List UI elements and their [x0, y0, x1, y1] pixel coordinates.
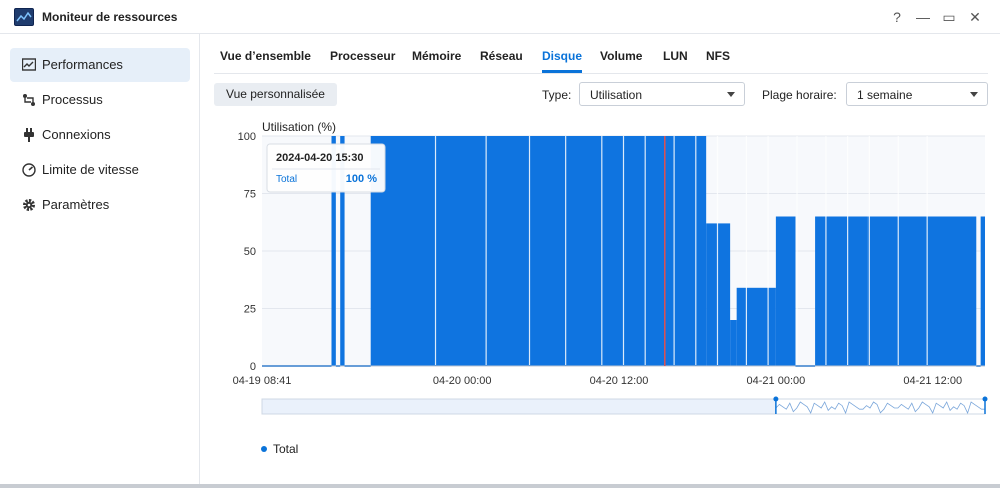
- x-tick-label: 04-21 00:00: [747, 375, 806, 387]
- y-tick-label: 100: [238, 131, 256, 143]
- y-tick-label: 75: [244, 189, 256, 201]
- series-area-segment: [370, 136, 707, 366]
- legend-entry[interactable]: Total: [273, 442, 298, 456]
- tooltip-series-name: Total: [276, 174, 297, 185]
- x-tick-label: 04-19 08:41: [233, 375, 292, 387]
- disk-utilization-chart[interactable]: 0 25 50 75 100 04-19 08:41 04-20 00:00 04-20 12…: [0, 0, 1000, 488]
- y-tick-label: 50: [244, 246, 256, 258]
- y-axis-title: Utilisation (%): [262, 120, 336, 134]
- tooltip-title: 2024-04-20 15:30: [276, 152, 363, 164]
- series-area-segment: [867, 216, 977, 366]
- series-area-segment: [736, 287, 776, 366]
- window-bottom-edge: [0, 484, 1000, 488]
- y-tick-label: 0: [250, 361, 256, 373]
- x-tick-label: 04-20 00:00: [433, 375, 492, 387]
- series-area-segment: [730, 320, 737, 366]
- series-area-segment: [815, 216, 868, 366]
- y-tick-label: 25: [244, 304, 256, 316]
- legend-marker: [261, 446, 267, 452]
- tooltip-value: 100 %: [346, 173, 377, 185]
- x-tick-label: 04-21 12:00: [903, 375, 962, 387]
- series-area-segment: [980, 216, 985, 366]
- navigator-handle-right[interactable]: [982, 396, 988, 402]
- x-tick-label: 04-20 12:00: [590, 375, 649, 387]
- series-area-segment: [775, 216, 796, 366]
- navigator-handle-left[interactable]: [773, 396, 779, 402]
- series-area-segment: [706, 223, 731, 366]
